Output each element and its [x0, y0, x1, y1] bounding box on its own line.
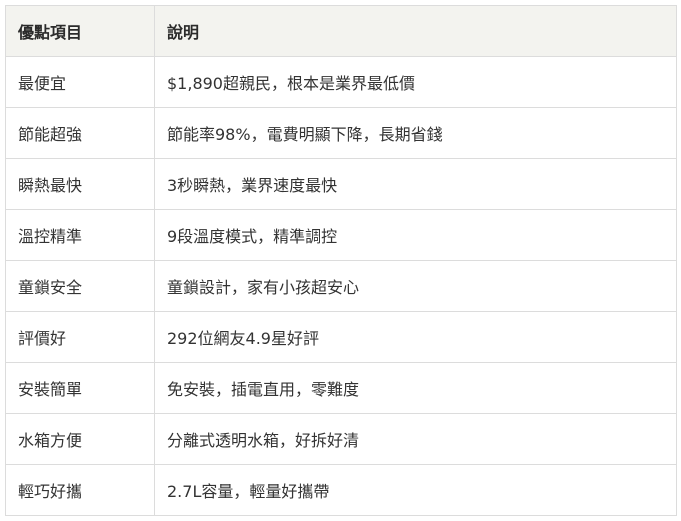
row-item: 節能超強 — [5, 107, 155, 159]
advantages-table-container: 優點項目 說明 最便宜 $1,890超親民，根本是業界最低價 節能超強 節能率9… — [5, 5, 677, 516]
row-item: 安裝簡單 — [5, 362, 155, 414]
table-row: 安裝簡單 免安裝，插電直用，零難度 — [5, 362, 677, 414]
row-description: 292位網友4.9星好評 — [154, 311, 677, 363]
row-description: 9段溫度模式，精準調控 — [154, 209, 677, 261]
row-description: $1,890超親民，根本是業界最低價 — [154, 56, 677, 108]
row-item: 水箱方便 — [5, 413, 155, 465]
row-description: 節能率98%，電費明顯下降，長期省錢 — [154, 107, 677, 159]
table-row: 評價好 292位網友4.9星好評 — [5, 311, 677, 363]
row-description: 3秒瞬熱，業界速度最快 — [154, 158, 677, 210]
row-description: 2.7L容量，輕量好攜帶 — [154, 464, 677, 516]
row-item: 最便宜 — [5, 56, 155, 108]
table-row: 溫控精準 9段溫度模式，精準調控 — [5, 209, 677, 261]
advantages-table: 優點項目 說明 最便宜 $1,890超親民，根本是業界最低價 節能超強 節能率9… — [5, 5, 677, 516]
table-row: 水箱方便 分離式透明水箱，好拆好清 — [5, 413, 677, 465]
table-row: 瞬熱最快 3秒瞬熱，業界速度最快 — [5, 158, 677, 210]
row-item: 輕巧好攜 — [5, 464, 155, 516]
table-row: 輕巧好攜 2.7L容量，輕量好攜帶 — [5, 464, 677, 516]
row-item: 瞬熱最快 — [5, 158, 155, 210]
row-description: 分離式透明水箱，好拆好清 — [154, 413, 677, 465]
row-description: 免安裝，插電直用，零難度 — [154, 362, 677, 414]
table-header-row: 優點項目 說明 — [5, 5, 677, 57]
header-item: 優點項目 — [5, 5, 155, 57]
table-row: 最便宜 $1,890超親民，根本是業界最低價 — [5, 56, 677, 108]
row-item: 溫控精準 — [5, 209, 155, 261]
row-item: 評價好 — [5, 311, 155, 363]
row-item: 童鎖安全 — [5, 260, 155, 312]
header-description: 說明 — [154, 5, 677, 57]
table-row: 節能超強 節能率98%，電費明顯下降，長期省錢 — [5, 107, 677, 159]
table-row: 童鎖安全 童鎖設計，家有小孩超安心 — [5, 260, 677, 312]
row-description: 童鎖設計，家有小孩超安心 — [154, 260, 677, 312]
